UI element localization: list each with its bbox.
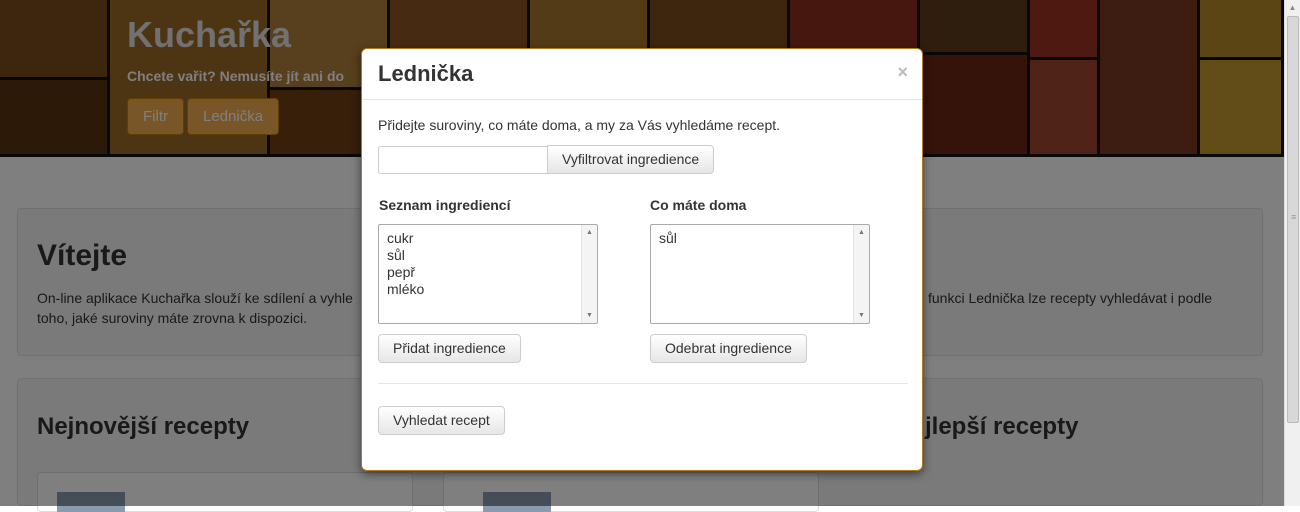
scroll-down-arrow-icon[interactable]: ▼ bbox=[854, 312, 869, 319]
list-item[interactable]: mléko bbox=[387, 281, 589, 298]
home-ingredients-label: Co máte doma bbox=[650, 197, 747, 213]
list-item[interactable]: pepř bbox=[387, 264, 589, 281]
page-scrollbar[interactable]: ▲ ≡ bbox=[1284, 0, 1300, 506]
list-item[interactable]: sůl bbox=[659, 230, 861, 247]
listbox-scrollbar[interactable]: ▲ ▼ bbox=[853, 225, 869, 323]
modal-title: Lednička bbox=[378, 61, 474, 86]
ingredient-listbox[interactable]: cukr sůl pepř mléko ▲ ▼ bbox=[378, 224, 598, 324]
modal-intro-text: Přidejte suroviny, co máte doma, a my za… bbox=[378, 117, 781, 133]
filter-ingredients-button[interactable]: Vyfiltrovat ingredience bbox=[547, 145, 715, 174]
search-recipe-button[interactable]: Vyhledat recept bbox=[378, 406, 505, 435]
scroll-down-arrow-icon[interactable]: ▼ bbox=[582, 312, 597, 319]
fridge-modal: Lednička × Přidejte suroviny, co máte do… bbox=[361, 48, 923, 471]
modal-header: Lednička × bbox=[362, 49, 922, 100]
close-icon[interactable]: × bbox=[897, 62, 908, 83]
listbox-scrollbar[interactable]: ▲ ▼ bbox=[581, 225, 597, 323]
grip-icon: ≡ bbox=[1291, 212, 1297, 222]
scroll-up-arrow-icon[interactable]: ▲ bbox=[582, 229, 597, 236]
modal-divider bbox=[378, 383, 908, 384]
add-ingredients-button[interactable]: Přidat ingredience bbox=[378, 334, 521, 363]
remove-ingredients-button[interactable]: Odebrat ingredience bbox=[650, 334, 807, 363]
ingredient-list-label: Seznam ingrediencí bbox=[379, 197, 511, 213]
ingredient-filter-input[interactable] bbox=[378, 146, 548, 174]
home-ingredients-listbox[interactable]: sůl ▲ ▼ bbox=[650, 224, 870, 324]
scrollbar-thumb[interactable]: ≡ bbox=[1287, 16, 1299, 423]
list-item[interactable]: cukr bbox=[387, 230, 589, 247]
scroll-up-arrow-icon[interactable]: ▲ bbox=[854, 229, 869, 236]
scroll-up-arrow-icon[interactable]: ▲ bbox=[1285, 0, 1300, 16]
list-item[interactable]: sůl bbox=[387, 247, 589, 264]
